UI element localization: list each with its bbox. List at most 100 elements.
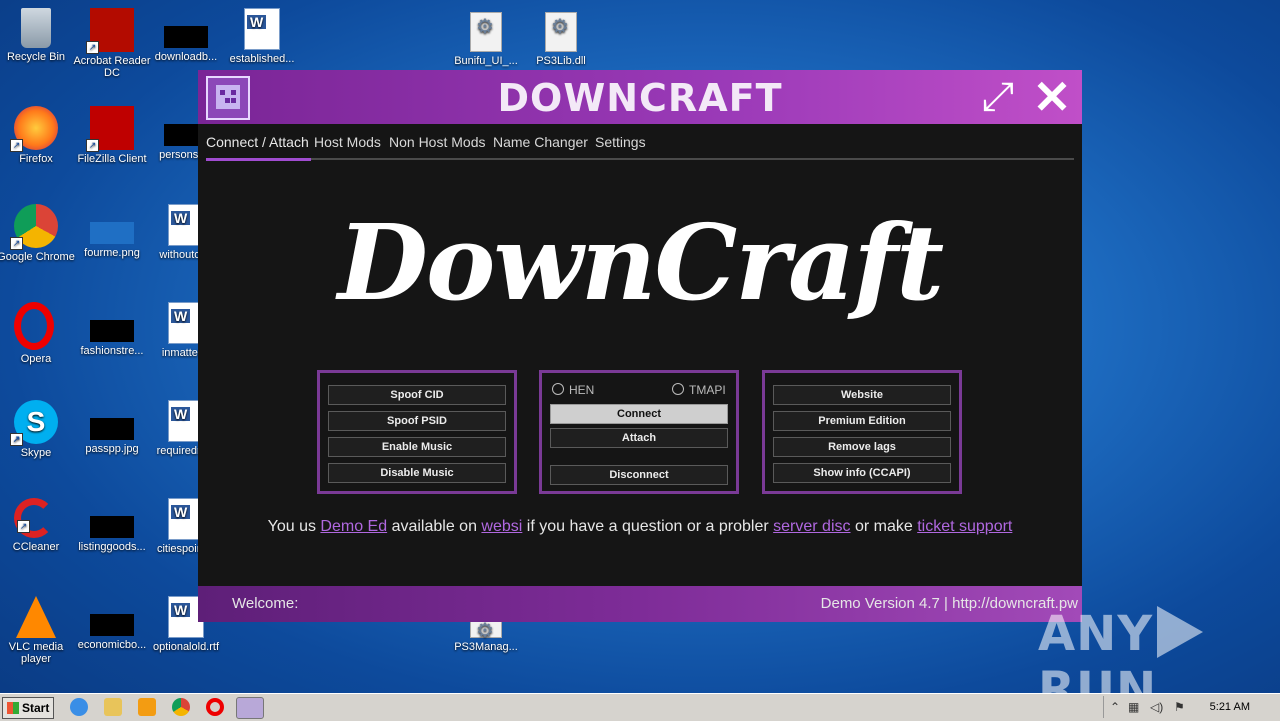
shortcut-arrow-icon: ↗ [10, 139, 23, 152]
connection-panel: HEN TMAPI Connect Attach Disconnect [539, 370, 739, 494]
right-panel: Website Premium Edition Remove lags Show… [762, 370, 962, 494]
play-icon [1157, 606, 1204, 658]
tab-name-changer[interactable]: Name Changer [493, 134, 588, 150]
disable-music-button[interactable]: Disable Music [328, 463, 506, 483]
radio-circle-icon [672, 383, 684, 395]
desktop-icon-file[interactable]: economicbo... [72, 596, 152, 651]
server-discord-link[interactable]: server disc [773, 518, 850, 535]
file-icon [90, 320, 134, 342]
file-icon [164, 26, 208, 48]
radio-circle-icon [552, 383, 564, 395]
desktop-icon-word-doc[interactable]: established... [222, 8, 302, 65]
shortcut-arrow-icon: ↗ [86, 139, 99, 152]
filezilla-icon: ↗ [86, 106, 134, 152]
desktop-icon-png[interactable]: fourme.png [72, 204, 152, 259]
opera-icon [14, 302, 54, 350]
disconnect-button[interactable]: Disconnect [550, 465, 728, 485]
app-title: DOWNCRAFT [497, 76, 783, 120]
windows-flag-icon [7, 702, 19, 714]
shortcut-arrow-icon: ↗ [86, 41, 99, 54]
file-icon [90, 614, 134, 636]
radio-tmapi-label: TMAPI [689, 383, 726, 397]
radio-hen-label: HEN [569, 383, 595, 397]
start-button[interactable]: Start [2, 697, 54, 719]
dll-file-icon [545, 12, 577, 52]
network-icon[interactable]: ▦ [1128, 700, 1139, 714]
shortcut-arrow-icon: ↗ [17, 520, 30, 533]
desktop-icon-dll[interactable]: Bunifu_UI_... [446, 12, 526, 67]
file-icon [90, 516, 134, 538]
spoof-cid-button[interactable]: Spoof CID [328, 385, 506, 405]
desktop-icon-filezilla[interactable]: ↗ FileZilla Client [72, 106, 152, 165]
tab-divider [206, 158, 1074, 160]
desktop-icon-ccleaner[interactable]: ↗ CCleaner [0, 498, 76, 553]
chrome-taskbar-icon[interactable] [172, 698, 190, 716]
watermark-left-text: ANY [1038, 606, 1154, 662]
taskbar: Start ⌃ ▦ ◁) ⚑ 5:21 AM [0, 693, 1280, 721]
tab-settings[interactable]: Settings [595, 134, 646, 150]
recycle-bin-icon [21, 8, 51, 48]
desktop-icon-file[interactable]: listinggoods... [72, 498, 152, 553]
desktop-icon-skype[interactable]: S ↗ Skype [0, 400, 76, 459]
clock[interactable]: 5:21 AM [1210, 701, 1250, 713]
connect-button[interactable]: Connect [550, 404, 728, 424]
radio-tmapi[interactable]: TMAPI [672, 383, 726, 397]
spoof-psid-button[interactable]: Spoof PSID [328, 411, 506, 431]
chrome-icon: ↗ [10, 204, 58, 250]
desktop-icon-chrome[interactable]: ↗ Google Chrome [0, 204, 76, 263]
start-label: Start [22, 701, 50, 715]
ticket-support-link[interactable]: ticket support [917, 518, 1012, 535]
desktop-icon-recycle-bin[interactable]: Recycle Bin [0, 8, 76, 63]
info-text-part: or make [850, 518, 918, 535]
desktop-icon-acrobat[interactable]: ↗ Acrobat Reader DC [72, 8, 152, 79]
show-info-button[interactable]: Show info (CCAPI) [773, 463, 951, 483]
shortcut-arrow-icon: ↗ [10, 433, 23, 446]
active-tab-indicator [206, 158, 311, 161]
remove-lags-button[interactable]: Remove lags [773, 437, 951, 457]
welcome-label: Welcome: [232, 595, 299, 612]
desktop-icon-vlc[interactable]: VLC media player [0, 596, 76, 665]
website-button[interactable]: Website [773, 385, 951, 405]
attach-button[interactable]: Attach [550, 428, 728, 448]
tray-expand-icon[interactable]: ⌃ [1110, 700, 1120, 714]
tab-host-mods[interactable]: Host Mods [314, 134, 381, 150]
ccleaner-icon: ↗ [14, 498, 54, 538]
dll-file-icon [470, 12, 502, 52]
status-footer: Welcome: Demo Version 4.7 | http://downc… [198, 586, 1082, 622]
info-text-part: available on [387, 518, 482, 535]
action-center-flag-icon[interactable]: ⚑ [1174, 700, 1185, 714]
shortcut-arrow-icon: ↗ [10, 237, 23, 250]
word-document-icon [244, 8, 280, 50]
image-file-icon [90, 222, 134, 244]
desktop-icon-file[interactable]: downloadb... [146, 8, 226, 63]
enable-music-button[interactable]: Enable Music [328, 437, 506, 457]
premium-edition-button[interactable]: Premium Edition [773, 411, 951, 431]
title-bar[interactable]: DOWNCRAFT ⤢ ✕ [198, 70, 1082, 124]
desktop-icon-dll[interactable]: PS3Lib.dll [521, 12, 601, 67]
ie-icon[interactable] [70, 698, 88, 716]
tab-non-host-mods[interactable]: Non Host Mods [389, 134, 485, 150]
volume-icon[interactable]: ◁) [1150, 700, 1163, 714]
desktop-icon-firefox[interactable]: ↗ Firefox [0, 106, 76, 165]
firefox-icon: ↗ [10, 106, 58, 152]
close-button[interactable]: ✕ [1028, 74, 1076, 122]
desktop-icon-opera[interactable]: Opera [0, 302, 76, 365]
maximize-button[interactable]: ⤢ [974, 74, 1022, 122]
acrobat-icon: ↗ [86, 8, 134, 54]
explorer-folder-icon[interactable] [104, 698, 122, 716]
system-tray: ⌃ ▦ ◁) ⚑ 5:21 AM [1103, 696, 1280, 718]
desktop-icon-file[interactable]: passpp.jpg [72, 400, 152, 455]
vlc-icon [16, 596, 56, 638]
opera-taskbar-icon[interactable] [206, 698, 224, 716]
info-text-part: You us [267, 518, 321, 535]
desktop-icon-file[interactable]: fashionstre... [72, 302, 152, 357]
info-text-part: if you have a question or a probler [522, 518, 774, 535]
tab-connect-attach[interactable]: Connect / Attach [206, 134, 309, 150]
radio-hen[interactable]: HEN [552, 383, 594, 397]
media-player-icon[interactable] [138, 698, 156, 716]
demo-edition-link[interactable]: Demo Ed [320, 518, 387, 535]
info-text: You us Demo Ed available on websi if you… [198, 518, 1082, 536]
skype-icon: S ↗ [10, 400, 58, 446]
downcraft-taskbar-icon[interactable] [236, 697, 264, 719]
website-link[interactable]: websi [481, 518, 522, 535]
